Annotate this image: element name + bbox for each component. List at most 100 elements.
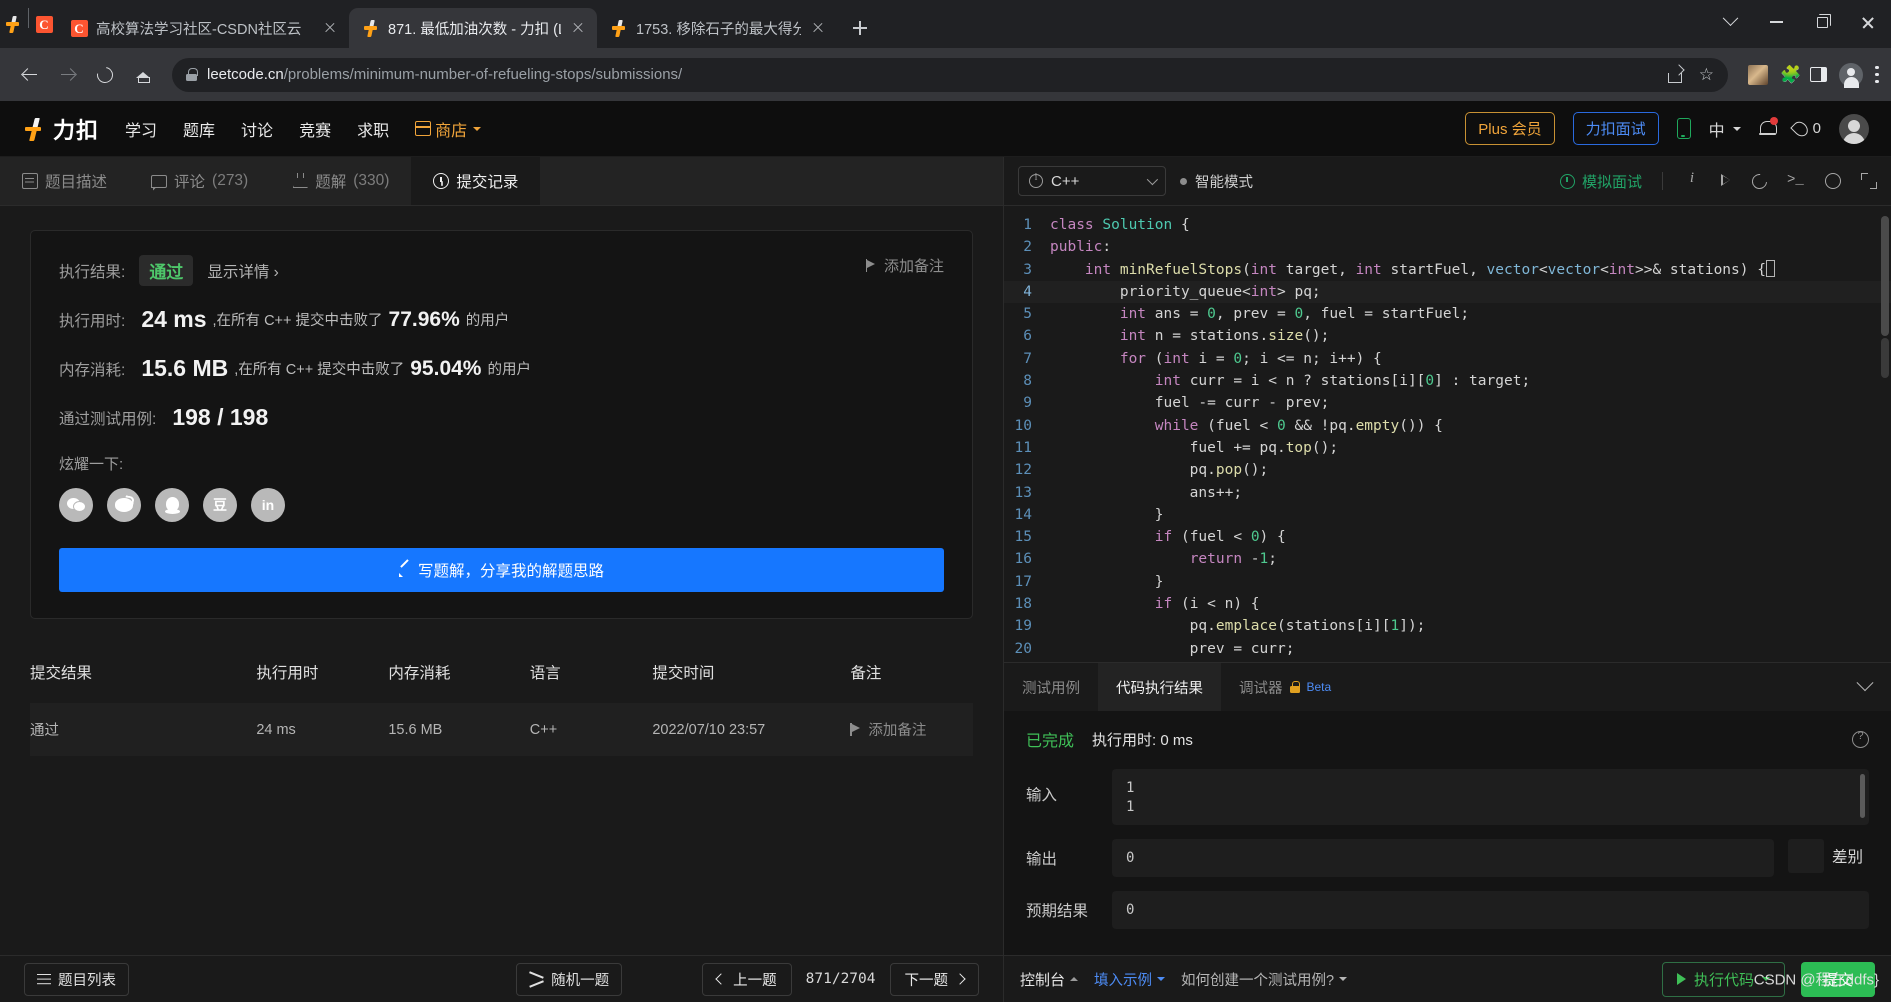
back-button[interactable] [12, 58, 46, 92]
tab-debugger-label: 调试器 [1239, 680, 1283, 697]
submit-button[interactable]: 提交 [1800, 961, 1875, 997]
smart-mode-toggle[interactable]: 智能模式 [1180, 171, 1253, 192]
browser-tab-2[interactable]: 871. 最低加油次数 - 力扣 (Leet [349, 8, 597, 48]
write-solution-button[interactable]: 写题解，分享我的解题思路 [59, 548, 944, 592]
help-icon[interactable] [1852, 730, 1869, 748]
terminal-icon[interactable] [1787, 172, 1805, 190]
side-panel-icon[interactable] [1810, 67, 1827, 82]
add-note-button[interactable]: 添加备注 [865, 255, 944, 276]
tab-comments[interactable]: 评论 (273) [129, 157, 270, 205]
code-line: 4 priority_queue<int> pq; [1004, 280, 1891, 304]
code-text: for (int i = 0; i <= n; i++) { [1119, 350, 1382, 367]
code-text: priority_queue<int> pq; [1050, 283, 1321, 300]
diff-button[interactable]: 差别 [1787, 839, 1869, 873]
close-window-button[interactable] [1845, 2, 1891, 42]
cell-note[interactable]: 添加备注 [850, 703, 973, 756]
tab-description-label: 题目描述 [45, 174, 108, 191]
mobile-app-icon[interactable] [1676, 118, 1691, 139]
beta-badge: Beta [1306, 680, 1332, 694]
editor-scrollbar-secondary[interactable] [1881, 338, 1889, 378]
chevron-down-icon [1157, 977, 1166, 981]
points-indicator[interactable]: 0 [1789, 118, 1821, 139]
cell-result[interactable]: 通过 [30, 703, 256, 756]
tab-submissions[interactable]: 提交记录 [411, 157, 541, 205]
chrome-menu-icon[interactable] [1875, 65, 1879, 84]
undo-icon[interactable] [1748, 170, 1771, 192]
mock-interview-button[interactable]: 模拟面试 [1559, 171, 1642, 192]
browser-tab-1[interactable]: C 高校算法学习社区-CSDN社区云 [57, 8, 349, 48]
list-icon [37, 973, 51, 985]
line-number: 13 [1014, 484, 1032, 501]
show-detail-link[interactable]: 显示详情 › [207, 260, 278, 282]
address-bar[interactable]: leetcode.cn/problems/minimum-number-of-r… [172, 57, 1728, 92]
linkedin-icon[interactable]: in [251, 488, 285, 522]
leetcode-icon [362, 19, 380, 37]
fullscreen-icon[interactable] [1861, 173, 1877, 189]
run-icon[interactable] [1721, 174, 1732, 188]
run-code-button[interactable]: 执行代码 [1661, 961, 1785, 997]
notifications-bell-icon[interactable] [1758, 117, 1778, 138]
editor-scrollbar[interactable] [1881, 216, 1889, 336]
info-icon[interactable] [1683, 170, 1701, 190]
input-value-box[interactable]: 1 1 - [1112, 769, 1869, 825]
weibo-icon[interactable] [107, 488, 141, 522]
plus-membership-button[interactable]: Plus 会员 [1465, 112, 1555, 145]
bookmark-star-icon[interactable]: ☆ [1699, 66, 1714, 83]
share-icon[interactable] [1667, 66, 1685, 83]
maximize-button[interactable] [1799, 2, 1845, 42]
maximize-icon [1816, 13, 1831, 28]
tab-search-button[interactable] [1707, 2, 1753, 42]
table-row[interactable]: 通过 24 ms 15.6 MB C++ 2022/07/10 23:57 添加… [30, 703, 973, 756]
fill-example-button[interactable]: 填入示例 [1094, 969, 1166, 990]
extension-photo-icon[interactable] [1748, 64, 1768, 85]
forward-button[interactable] [50, 58, 84, 92]
tab-code-result[interactable]: 代码执行结果 [1098, 663, 1221, 711]
minimize-button[interactable] [1753, 2, 1799, 42]
language-select[interactable]: C++ [1018, 166, 1166, 196]
runtime-text-b: 的用户 [465, 313, 510, 329]
tab-debugger[interactable]: 调试器 Beta [1221, 663, 1349, 711]
console-collapse-button[interactable] [1856, 663, 1891, 711]
nav-item-shop[interactable]: 商店 [414, 117, 482, 141]
code-text: fuel += pq.top(); [1050, 439, 1339, 456]
extensions-puzzle-icon[interactable]: 🧩 [1780, 66, 1801, 84]
new-tab-button[interactable] [845, 13, 875, 43]
code-line: 19 pq.emplace(stations[i][1]); [1004, 615, 1891, 637]
profile-avatar-icon[interactable] [1839, 62, 1863, 88]
nav-item-discuss[interactable]: 讨论 [241, 117, 273, 141]
douban-icon[interactable]: 豆 [203, 488, 237, 522]
nav-item-study[interactable]: 学习 [125, 117, 157, 141]
prev-problem-button[interactable]: 上一题 [702, 962, 792, 996]
diff-checkbox[interactable] [1787, 839, 1824, 873]
how-to-create-testcase-link[interactable]: 如何创建一个测试用例? [1181, 969, 1348, 990]
user-avatar[interactable] [1839, 113, 1869, 144]
tab-description[interactable]: 题目描述 [0, 157, 129, 205]
input-scrollbar[interactable] [1860, 774, 1865, 818]
nav-item-contest[interactable]: 竞赛 [299, 117, 331, 141]
home-button[interactable] [126, 58, 160, 92]
cell-time: 2022/07/10 23:57 [652, 721, 766, 738]
qq-icon[interactable] [155, 488, 189, 522]
language-switcher[interactable]: 中 [1709, 117, 1741, 141]
tab-testcase[interactable]: 测试用例 [1004, 663, 1098, 711]
settings-icon[interactable] [1825, 173, 1841, 189]
code-editor[interactable]: 1 class Solution {2 public: 3 int minRefuel… [1004, 206, 1891, 662]
problem-list-button[interactable]: 题目列表 [24, 962, 129, 996]
random-problem-button[interactable]: 随机一题 [516, 962, 623, 996]
close-icon[interactable] [321, 19, 339, 37]
next-problem-button[interactable]: 下一题 [889, 962, 979, 996]
tabstrip-pinned-tab[interactable]: C [31, 0, 57, 48]
nav-item-jobs[interactable]: 求职 [357, 117, 389, 141]
close-icon[interactable] [809, 19, 827, 37]
console-toggle-button[interactable]: 控制台 [1020, 969, 1079, 990]
reload-button[interactable] [88, 58, 122, 92]
tab-solutions[interactable]: 题解 (330) [270, 157, 411, 205]
browser-tab-3[interactable]: 1753. 移除石子的最大得分 题解 [597, 8, 837, 48]
close-icon[interactable] [569, 19, 587, 37]
nav-item-problems[interactable]: 题库 [183, 117, 215, 141]
input-row: 输入 1 1 - [1026, 769, 1869, 825]
leetcode-logo[interactable]: 力扣 [22, 113, 99, 145]
wechat-icon[interactable] [59, 488, 93, 522]
leetcode-interview-button[interactable]: 力扣面试 [1572, 112, 1659, 145]
tab-submissions-label: 提交记录 [456, 174, 519, 191]
